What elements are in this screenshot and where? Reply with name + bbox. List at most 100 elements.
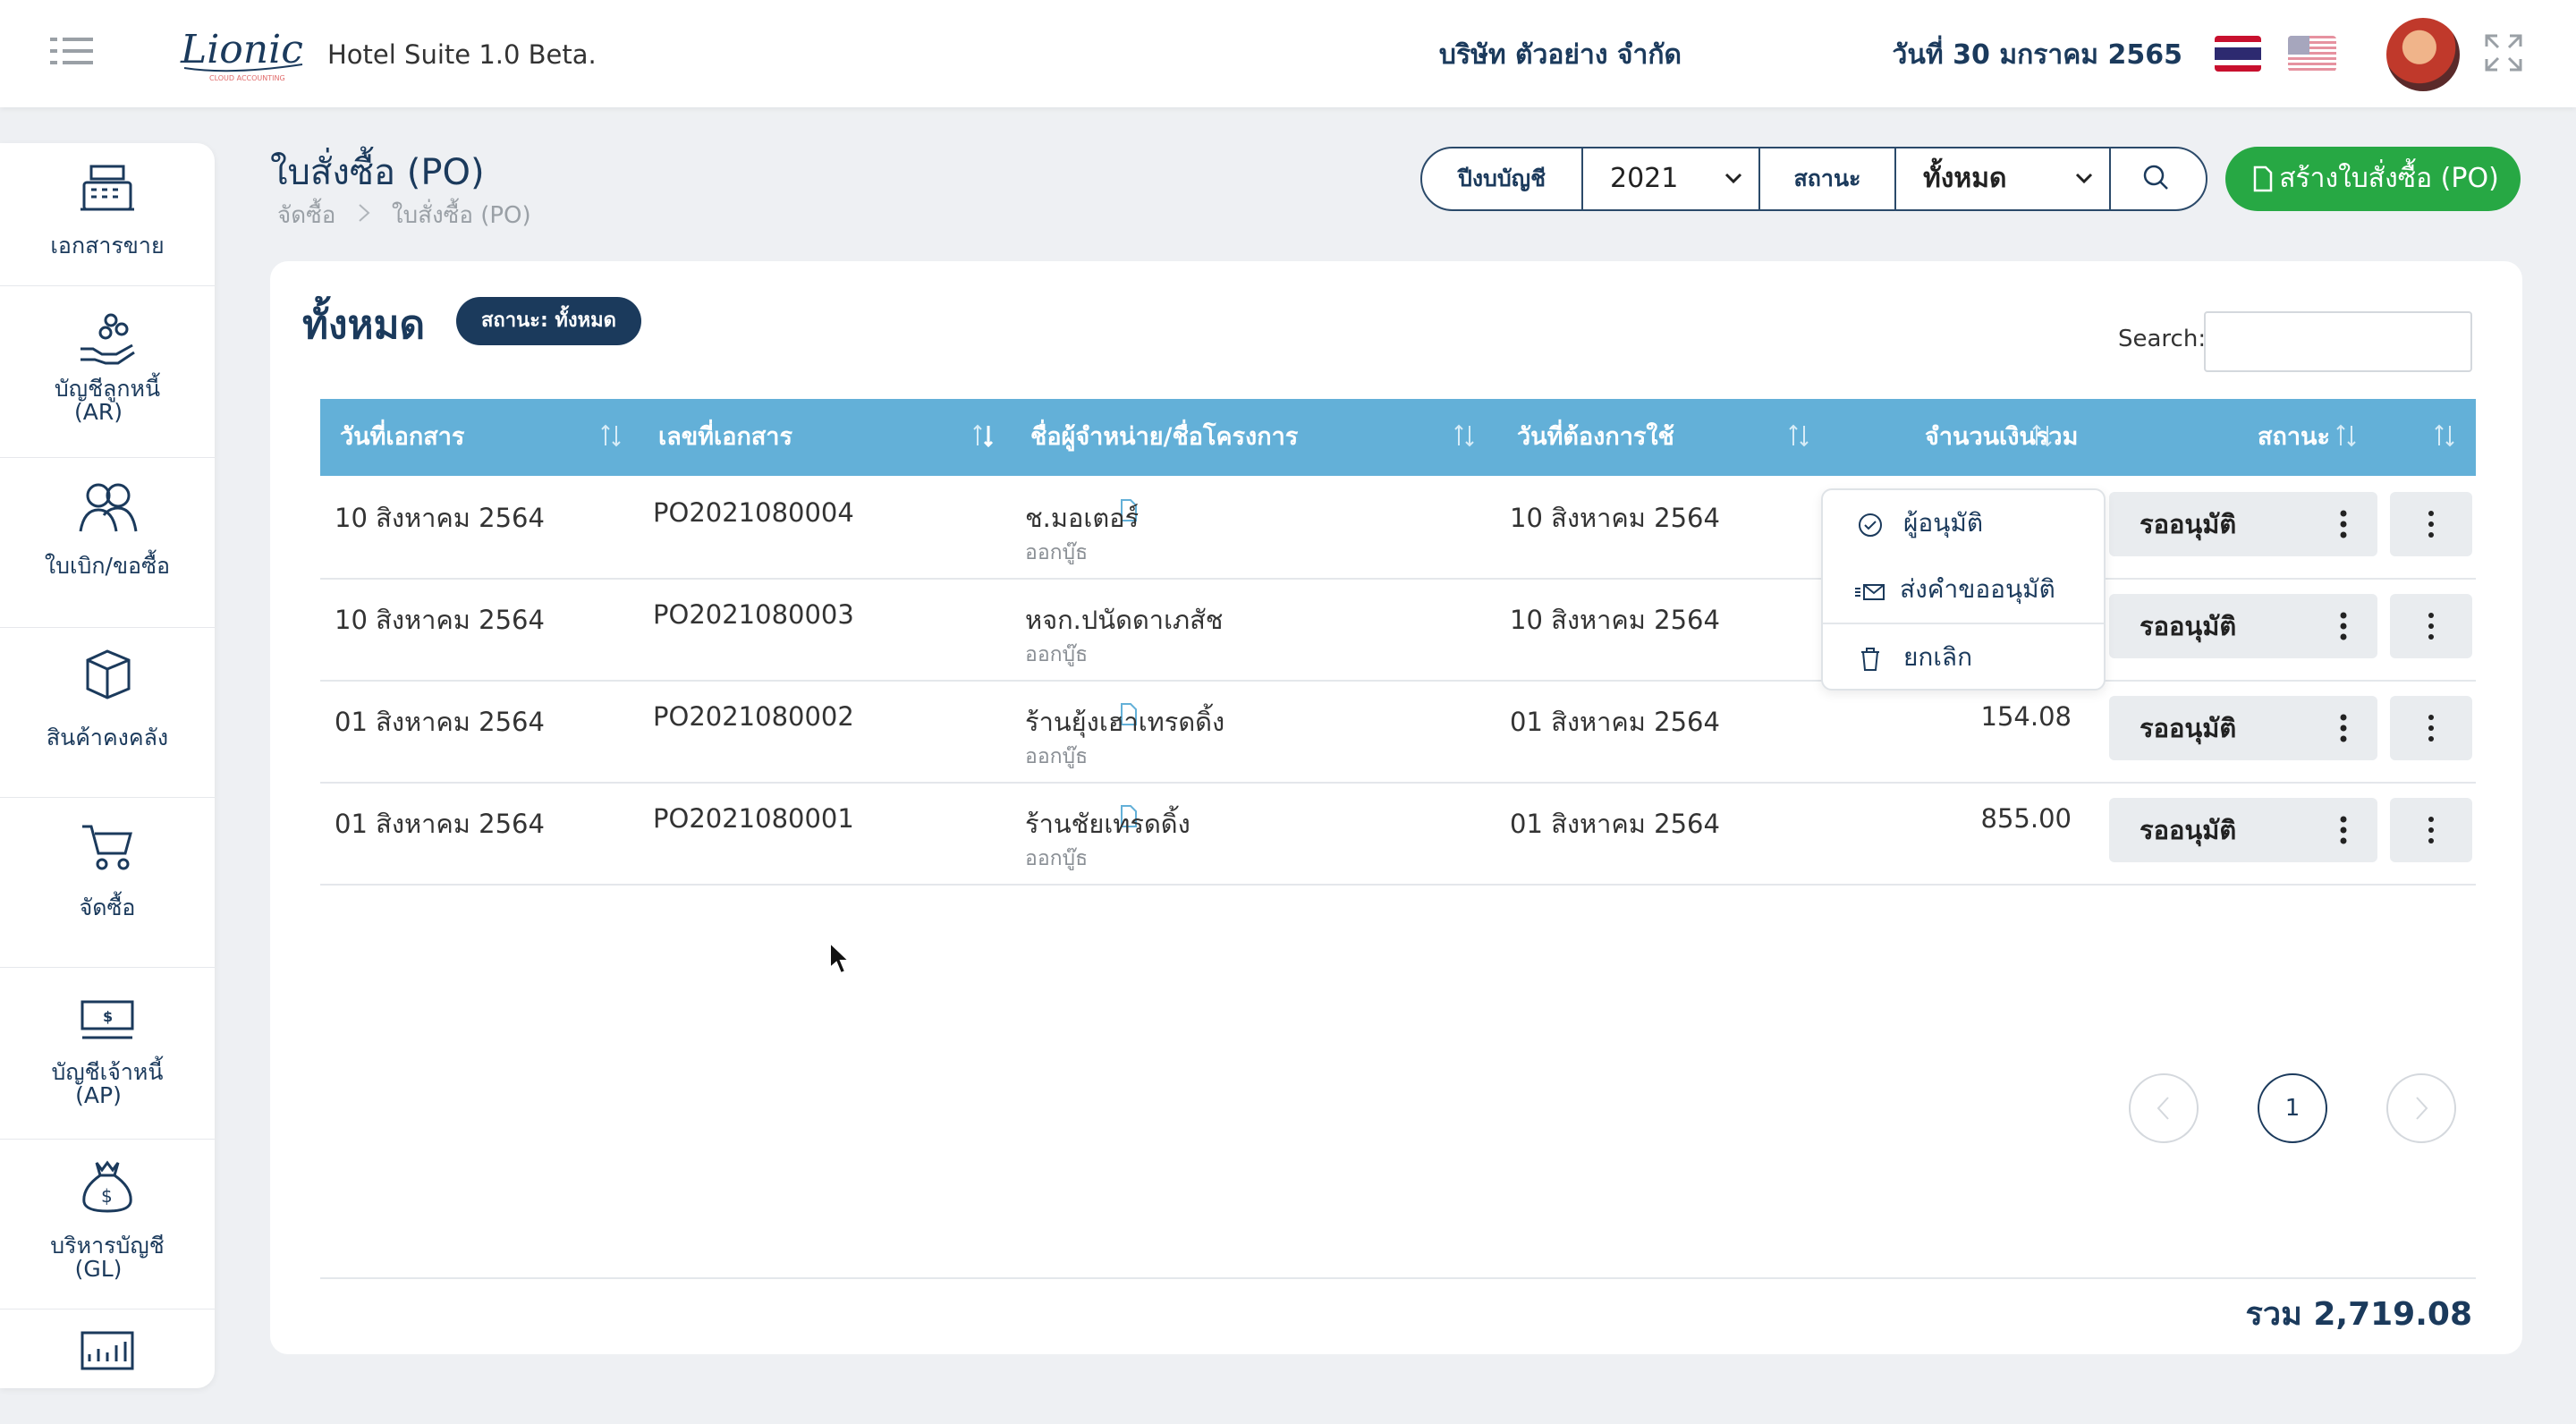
col-header-amount[interactable]: จำนวนเงินรวม	[1925, 399, 2078, 476]
sidebar-item-requisition[interactable]: ใบเบิก/ขอซื้อ	[0, 458, 215, 628]
col-header-doc-no[interactable]: เลขที่เอกสาร	[658, 399, 792, 476]
sidebar-item-reports[interactable]	[0, 1310, 215, 1388]
pagination-page-1[interactable]: 1	[2258, 1073, 2327, 1143]
sort-icon[interactable]	[2334, 422, 2358, 449]
kebab-icon	[2340, 816, 2347, 844]
svg-text:CLOUD ACCOUNTING: CLOUD ACCOUNTING	[209, 74, 285, 82]
menu-item-approver[interactable]: ผู้อนุมัติ	[1823, 490, 2104, 556]
col-header-status[interactable]: สถานะ	[2258, 399, 2330, 476]
sidebar-label: สินค้าคงคลัง	[46, 725, 169, 750]
sidebar-label: ใบเบิก/ขอซื้อ	[44, 553, 171, 579]
col-header-doc-date[interactable]: วันที่เอกสาร	[340, 399, 464, 476]
breadcrumb-item-purchasing[interactable]: จัดซื้อ	[277, 197, 335, 233]
create-po-label: สร้างใบสั่งซื้อ (PO)	[2279, 163, 2499, 194]
page-number: 1	[2284, 1095, 2301, 1122]
menu-item-label: ผู้อนุมัติ	[1903, 508, 1984, 538]
col-header-vendor[interactable]: ชื่อผู้จำหน่าย/ชื่อโครงการ	[1030, 399, 1298, 476]
fiscal-year-label: ปีงบบัญชี	[1422, 148, 1583, 209]
doc-number[interactable]: PO2021080003	[653, 599, 854, 630]
po-list-card: ทั้งหมด สถานะ: ทั้งหมด Search: วันที่เอก…	[270, 261, 2522, 1354]
sort-icon[interactable]	[2030, 422, 2054, 449]
search-label: Search:	[2118, 326, 2207, 352]
user-avatar[interactable]	[2386, 18, 2460, 91]
chevron-down-icon	[2075, 173, 2093, 184]
row-more-button[interactable]	[2390, 696, 2472, 760]
sort-icon[interactable]	[1787, 422, 1810, 449]
svg-text:Lionic: Lionic	[180, 27, 303, 72]
status-filter-label: สถานะ	[1760, 148, 1896, 209]
kebab-icon	[2340, 612, 2347, 640]
chevron-right-icon	[358, 202, 370, 229]
status-action-button[interactable]: รออนุมัติ	[2109, 798, 2377, 862]
amount: 855.00	[1980, 803, 2072, 834]
row-more-button[interactable]	[2390, 492, 2472, 556]
menu-item-send-approval[interactable]: ส่งคำขออนุมัติ	[1823, 556, 2104, 623]
sidebar-item-gl[interactable]: $ บริหารบัญชี (GL)	[0, 1140, 215, 1310]
sort-desc-icon[interactable]	[971, 422, 995, 449]
doc-number[interactable]: PO2021080001	[653, 803, 854, 834]
sidebar-item-purchasing[interactable]: จัดซื้อ	[0, 798, 215, 968]
col-header-need-date[interactable]: วันที่ต้องการใช้	[1517, 399, 1674, 476]
project-name: ออกบู๊ธ	[1025, 745, 1089, 768]
status-text: รออนุมัติ	[2140, 509, 2237, 539]
sidebar-item-ap[interactable]: $ บัญชีเจ้าหนี้ (AP)	[0, 968, 215, 1140]
status-action-button[interactable]: รออนุมัติ	[2109, 696, 2377, 760]
pagination-prev[interactable]	[2129, 1073, 2199, 1143]
fiscal-year-select[interactable]: 2021	[1583, 148, 1760, 209]
status-action-button[interactable]: รออนุมัติ	[2109, 492, 2377, 556]
doc-date: 01 สิงหาคม 2564	[335, 707, 545, 737]
hand-coins-icon	[80, 313, 135, 365]
doc-number[interactable]: PO2021080004	[653, 497, 854, 528]
create-po-button[interactable]: สร้างใบสั่งซื้อ (PO)	[2225, 147, 2521, 211]
status-filter-value: ทั้งหมด	[1923, 163, 2007, 194]
sidebar-item-sales-docs[interactable]: เอกสารขาย	[0, 143, 215, 286]
table-row[interactable]: 01 สิงหาคม 2564 PO2021080002 ร้านยุ้งเฮา…	[320, 682, 2476, 784]
chart-icon	[80, 1331, 134, 1370]
row-more-button[interactable]	[2390, 594, 2472, 658]
sidebar-item-ar[interactable]: บัญชีลูกหนี้ (AR)	[0, 286, 215, 458]
row-more-button[interactable]	[2390, 798, 2472, 862]
grand-total: รวม 2,719.08	[2245, 1296, 2472, 1333]
pagination-next[interactable]	[2386, 1073, 2456, 1143]
menu-item-label: ยกเลิก	[1903, 642, 1973, 672]
search-input[interactable]	[2204, 311, 2472, 372]
fiscal-year-value: 2021	[1610, 163, 1679, 194]
doc-date: 01 สิงหาคม 2564	[335, 809, 545, 839]
kebab-icon	[2340, 510, 2347, 538]
menu-item-cancel[interactable]: ยกเลิก	[1823, 624, 2104, 691]
table-row[interactable]: 01 สิงหาคม 2564 PO2021080001 ร้านชัยเทรด…	[320, 784, 2476, 886]
breadcrumb: จัดซื้อ ใบสั่งซื้อ (PO)	[277, 197, 531, 233]
table-header: วันที่เอกสาร เลขที่เอกสาร ชื่อผู้จำหน่าย…	[320, 399, 2476, 476]
project-name: ออกบู๊ธ	[1025, 847, 1089, 870]
trash-icon	[1861, 648, 1879, 671]
filter-search-button[interactable]	[2111, 148, 2206, 209]
doc-number[interactable]: PO2021080002	[653, 701, 854, 732]
app-logo[interactable]: Lionic CLOUD ACCOUNTING	[177, 13, 311, 93]
people-icon	[79, 483, 138, 532]
sort-icon[interactable]	[2433, 422, 2456, 449]
us-flag-icon[interactable]	[2288, 36, 2336, 72]
doc-date: 10 สิงหาคม 2564	[335, 503, 545, 533]
svg-text:$: $	[101, 1185, 113, 1207]
status-filter-select[interactable]: ทั้งหมด	[1896, 148, 2111, 209]
vendor-name: ช.มอเตอร์	[1025, 503, 1140, 533]
sidebar-label-sub: (GL)	[74, 1256, 123, 1282]
sort-icon[interactable]	[1453, 422, 1476, 449]
sidebar-label: เอกสารขาย	[50, 233, 165, 259]
document-icon	[2253, 165, 2273, 192]
sort-icon[interactable]	[599, 422, 623, 449]
sidebar-label-sub: (AP)	[75, 1082, 122, 1108]
vendor-name: หจก.ปนัดดาเภสัช	[1025, 605, 1224, 635]
status-action-button[interactable]: รออนุมัติ	[2109, 594, 2377, 658]
project-name: ออกบู๊ธ	[1025, 643, 1089, 666]
table-row[interactable]: 10 สิงหาคม 2564 PO2021080004 ช.มอเตอร์ อ…	[320, 478, 2476, 580]
menu-toggle-icon[interactable]	[50, 36, 93, 66]
top-bar: Lionic CLOUD ACCOUNTING Hotel Suite 1.0 …	[0, 0, 2576, 107]
kebab-icon	[2428, 613, 2434, 640]
fullscreen-icon[interactable]	[2483, 32, 2524, 73]
thai-flag-icon[interactable]	[2215, 36, 2261, 72]
sidebar-item-inventory[interactable]: สินค้าคงคลัง	[0, 628, 215, 798]
company-name: บริษัท ตัวอย่าง จำกัด	[1438, 39, 1682, 71]
table-row[interactable]: 10 สิงหาคม 2564 PO2021080003 หจก.ปนัดดาเ…	[320, 580, 2476, 682]
cash-register-icon	[80, 165, 134, 211]
